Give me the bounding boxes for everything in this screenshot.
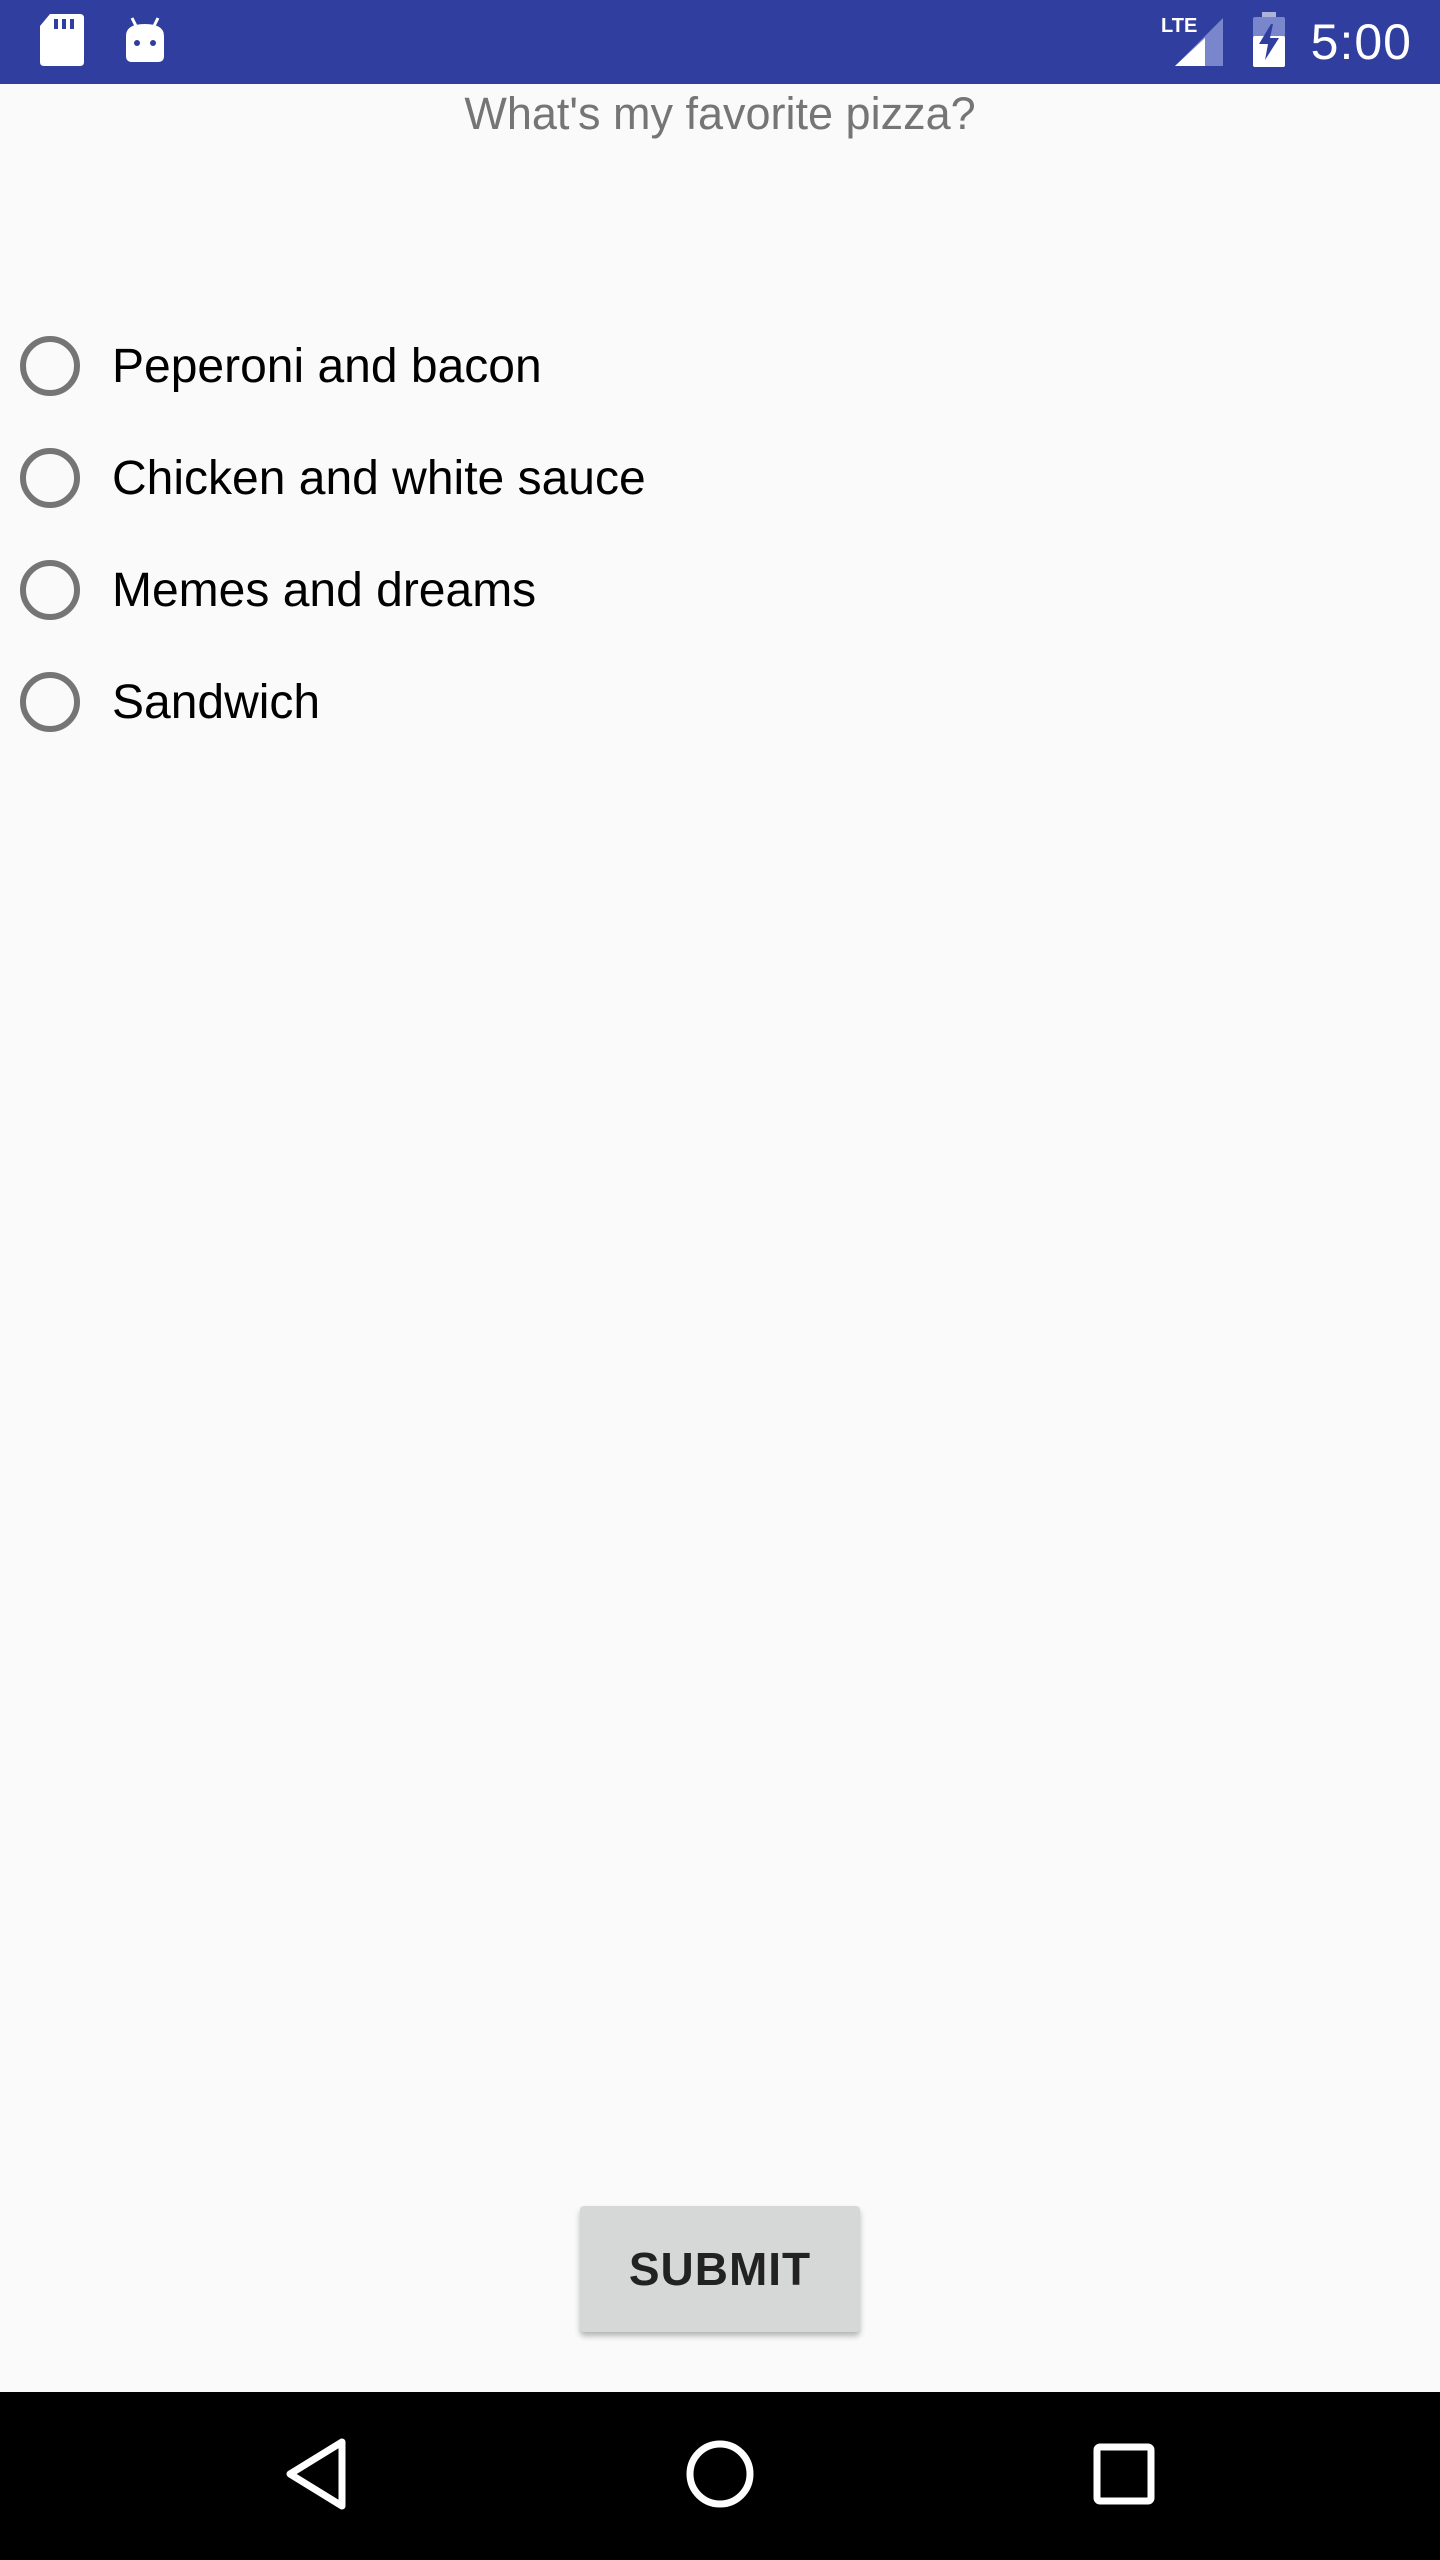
radio-option-sandwich[interactable]: Sandwich [20,646,920,758]
submit-button[interactable]: SUBMIT [580,2206,860,2332]
home-button[interactable] [640,2392,800,2560]
radio-button-icon[interactable] [20,672,80,732]
recents-button[interactable] [1044,2392,1204,2560]
android-icon [124,16,166,69]
pizza-radio-group: Peperoni and bacon Chicken and white sau… [20,310,920,758]
screen: LTE 5:00 What's my favorite pizza? Peper… [0,0,1440,2560]
sd-card-icon [40,13,84,71]
lte-signal-icon: LTE [1161,12,1227,73]
radio-option-label: Sandwich [112,675,321,729]
radio-option-label: Chicken and white sauce [112,451,646,505]
radio-option-peperoni-and-bacon[interactable]: Peperoni and bacon [20,310,920,422]
recents-icon [1092,2442,1156,2511]
radio-option-label: Memes and dreams [112,563,537,617]
question-text: What's my favorite pizza? [464,88,976,139]
battery-charging-icon [1251,11,1287,73]
lte-label: LTE [1161,15,1197,37]
back-icon [284,2438,348,2515]
radio-option-label: Peperoni and bacon [112,339,542,393]
home-icon [684,2438,756,2515]
radio-button-icon[interactable] [20,560,80,620]
status-time: 5:00 [1310,14,1412,70]
radio-button-icon[interactable] [20,336,80,396]
radio-option-memes-and-dreams[interactable]: Memes and dreams [20,534,920,646]
radio-button-icon[interactable] [20,448,80,508]
back-button[interactable] [236,2392,396,2560]
status-bar: LTE 5:00 [0,0,1440,84]
navigation-bar [0,2392,1440,2560]
radio-option-chicken-and-white-sauce[interactable]: Chicken and white sauce [20,422,920,534]
status-left-icons [40,13,166,71]
status-right-icons: LTE 5:00 [1161,0,1412,84]
